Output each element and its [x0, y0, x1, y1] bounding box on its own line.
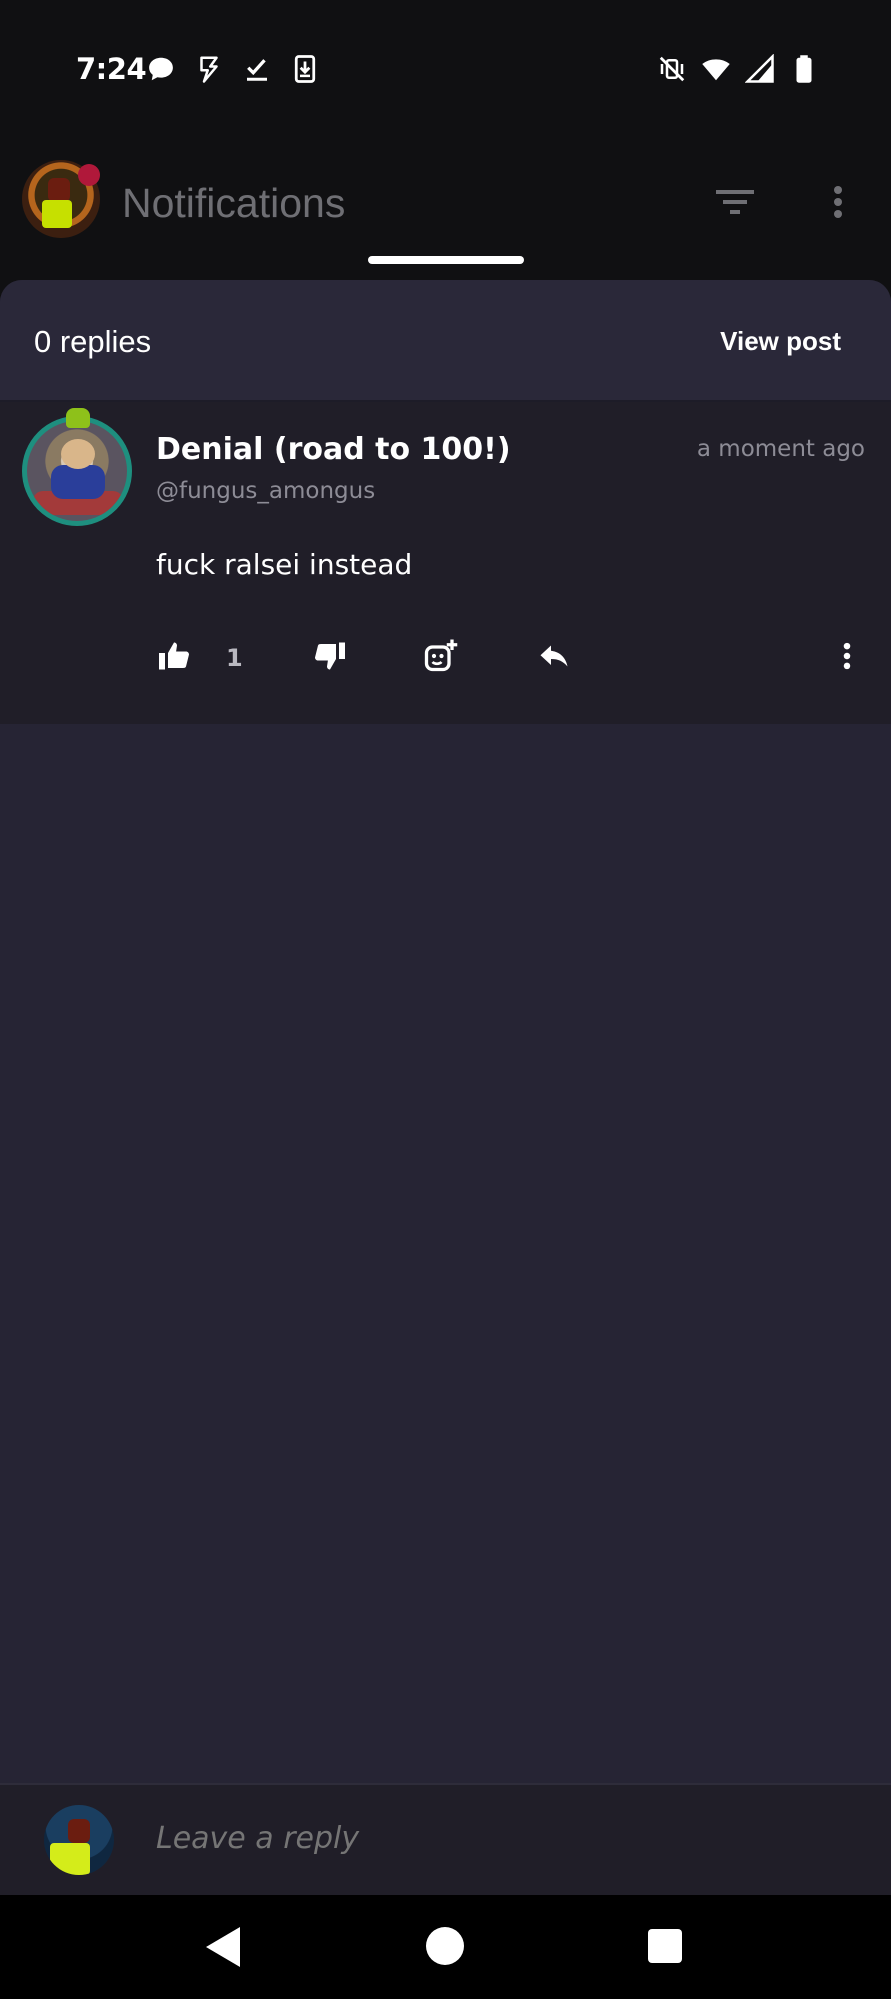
- system-nav-bar: [0, 1895, 891, 1999]
- avatar-plush-body: [51, 465, 105, 499]
- replies-count: 0 replies: [34, 324, 152, 359]
- avatar-body-shape: [42, 200, 72, 228]
- flash-icon: [200, 56, 218, 83]
- view-post-button[interactable]: View post: [720, 326, 841, 357]
- reply-icon[interactable]: [536, 638, 572, 674]
- replies-sheet: 0 replies View post Denial (road to 100!…: [0, 280, 891, 1783]
- status-time: 7:24: [76, 52, 147, 86]
- notification-dot: [78, 164, 100, 186]
- comment-avatar[interactable]: [22, 408, 134, 528]
- app-bar: Notifications: [0, 140, 891, 280]
- add-reaction-icon[interactable]: [422, 638, 458, 674]
- more-options-icon[interactable]: [826, 182, 850, 222]
- avatar-image: [22, 416, 132, 526]
- battery-icon: [796, 55, 812, 83]
- signal-icon: [745, 54, 774, 83]
- avatar-plush-head: [61, 439, 95, 469]
- check-icon: [247, 59, 267, 81]
- comment-more-icon[interactable]: [830, 638, 864, 674]
- avatar-body-shape: [50, 1843, 90, 1875]
- download-phone-icon: [294, 55, 316, 83]
- like-count: 1: [226, 644, 243, 672]
- wifi-icon: [702, 59, 730, 81]
- status-icons-right: [657, 54, 819, 84]
- chat-bubble-icon: [149, 57, 173, 81]
- avatar-head-shape: [48, 178, 70, 202]
- sheet-drag-handle[interactable]: [368, 256, 524, 264]
- thumbs-up-icon[interactable]: [156, 638, 192, 674]
- home-icon[interactable]: [426, 1927, 464, 1965]
- avatar-head-shape: [68, 1819, 90, 1843]
- vibrate-mute-icon: [659, 56, 685, 82]
- thumbs-down-icon[interactable]: [312, 638, 348, 674]
- comment-timestamp: a moment ago: [696, 436, 865, 462]
- reply-input[interactable]: [156, 1821, 836, 1856]
- comment-author-handle: @fungus_amongus: [156, 478, 376, 504]
- filter-icon[interactable]: [714, 184, 756, 220]
- avatar-badge-icon: [66, 408, 90, 428]
- back-icon[interactable]: [204, 1925, 244, 1969]
- recent-apps-icon[interactable]: [648, 1929, 682, 1963]
- page-title: Notifications: [122, 180, 346, 226]
- reply-bar: [0, 1783, 891, 1895]
- comment-author-name[interactable]: Denial (road to 100!): [156, 432, 511, 467]
- status-bar: 7:24: [0, 0, 891, 140]
- status-icons-left: [146, 54, 320, 84]
- sheet-header: 0 replies View post: [0, 280, 891, 402]
- comment-body: fuck ralsei instead: [156, 548, 413, 581]
- current-user-avatar: [44, 1805, 114, 1875]
- comment-card: Denial (road to 100!) @fungus_amongus a …: [0, 402, 891, 724]
- comment-actions: 1: [0, 632, 891, 692]
